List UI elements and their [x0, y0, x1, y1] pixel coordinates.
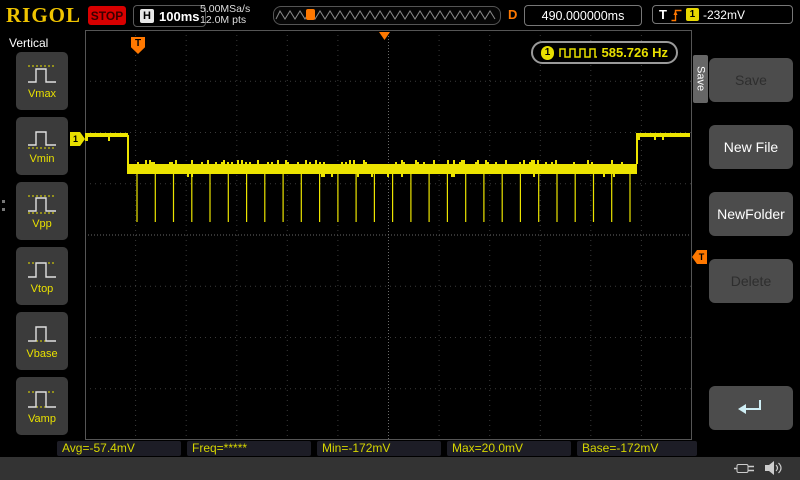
waveform-display	[85, 30, 692, 440]
delay-value: 490.000000ms	[524, 5, 642, 26]
freq-counter-value: 585.726 Hz	[601, 45, 669, 60]
menu-tab-save: Save	[693, 55, 708, 103]
trigger-info-group: T 1 -232mV	[652, 5, 793, 24]
trigger-position-pill	[306, 9, 315, 20]
new-file-button[interactable]: New File	[709, 125, 793, 169]
menu-scroll-indicator	[2, 200, 5, 211]
vpp-icon	[28, 195, 56, 214]
vertical-menu-item-vbase[interactable]: Vbase	[16, 312, 68, 370]
channel-status-bar: 1 100mV 2 1.00 V 3 1.00 V 4 50.0mV	[0, 457, 800, 480]
run-state-indicator: STOP	[88, 6, 126, 25]
measurement-avg: Avg=-57.4mV	[57, 441, 181, 456]
menu-item-label: Vbase	[26, 348, 58, 360]
vertical-menu-item-vpp[interactable]: Vpp	[16, 182, 68, 240]
vmin-icon	[28, 131, 56, 149]
usb-icon	[734, 464, 754, 473]
horizontal-timebase-group: H 100ms	[133, 5, 207, 27]
vertical-menu-item-vmin[interactable]: Vmin	[16, 117, 68, 175]
vertical-menu-item-vmax[interactable]: Vmax	[16, 52, 68, 110]
acquisition-info: 5.00MSa/s 12.0M pts	[200, 4, 250, 26]
measurement-base: Base=-172mV	[577, 441, 697, 456]
menu-item-label: Vamp	[28, 413, 56, 425]
pulse-train-icon	[559, 48, 597, 58]
vertical-menu-item-vtop[interactable]: Vtop	[16, 247, 68, 305]
measurement-min: Min=-172mV	[317, 441, 441, 456]
brand-logo: RIGOL	[6, 3, 82, 27]
measurement-freq: Freq=*****	[187, 441, 311, 456]
return-button[interactable]	[709, 386, 793, 430]
vtop-icon	[28, 262, 56, 278]
waveform-trace-ch1	[85, 133, 690, 222]
delay-label: D	[508, 7, 518, 22]
trigger-label: T	[659, 7, 667, 22]
trigger-level-value: -232mV	[702, 7, 745, 22]
oscilloscope-screen: RIGOL STOP H 100ms 5.00MSa/s 12.0M pts D…	[0, 0, 800, 480]
ch1-zero-marker: 1	[70, 132, 85, 146]
trigger-level-marker: T	[692, 250, 707, 264]
vamp-icon	[28, 391, 56, 408]
freq-counter-channel-badge: 1	[541, 45, 555, 60]
timebase-position-bar	[273, 6, 501, 25]
menu-item-label: Vmax	[27, 88, 57, 100]
menu-item-label: Vmin	[29, 153, 55, 165]
return-arrow-icon	[738, 400, 761, 414]
menu-item-label: Vpp	[32, 218, 52, 230]
save-button[interactable]: Save	[709, 58, 793, 102]
vertical-menu-item-vamp[interactable]: Vamp	[16, 377, 68, 435]
measurement-max: Max=20.0mV	[447, 441, 571, 456]
menu-item-label: Vtop	[30, 283, 54, 295]
vbase-icon	[28, 326, 56, 342]
delete-button[interactable]: Delete	[709, 259, 793, 303]
trigger-source-badge: 1	[685, 8, 699, 21]
speaker-icon	[765, 461, 782, 475]
left-menu-title: Vertical	[9, 36, 49, 50]
rising-edge-icon	[671, 9, 682, 22]
new-folder-button[interactable]: NewFolder	[709, 192, 793, 236]
vmax-icon	[28, 65, 56, 83]
frequency-counter: 1 585.726 Hz	[531, 41, 678, 64]
horizontal-label: H	[140, 9, 154, 23]
memory-depth: 12.0M pts	[200, 14, 247, 26]
timebase-value: 100ms	[159, 8, 200, 24]
